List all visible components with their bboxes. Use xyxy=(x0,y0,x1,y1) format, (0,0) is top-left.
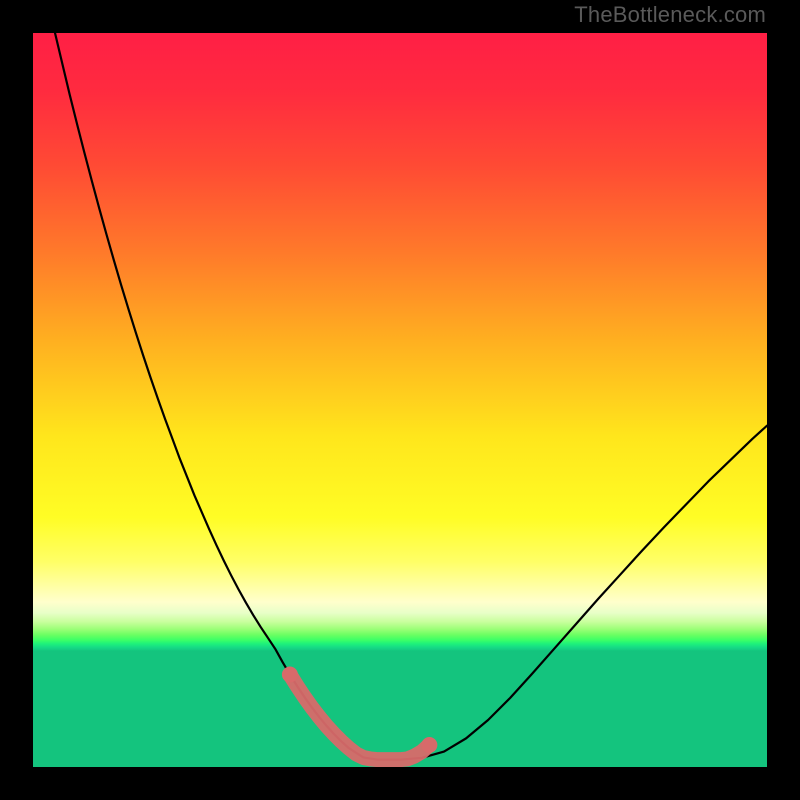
highlight-segment xyxy=(290,675,429,760)
chart-frame: TheBottleneck.com xyxy=(0,0,800,800)
bottleneck-curve xyxy=(55,33,767,760)
curve-svg xyxy=(33,33,767,767)
highlight-dot-right xyxy=(421,737,437,753)
watermark-text: TheBottleneck.com xyxy=(574,2,766,28)
highlight-dot-left xyxy=(282,667,298,683)
plot-area xyxy=(33,33,767,767)
